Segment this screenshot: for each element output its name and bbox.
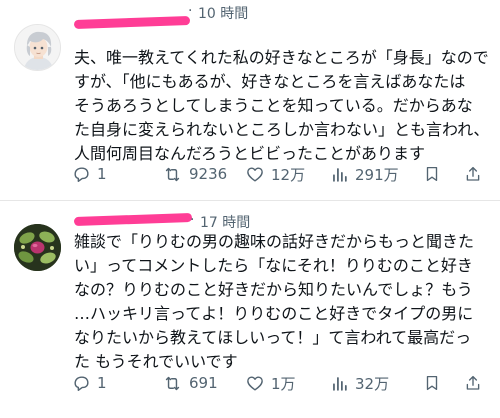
- redacted-username: [73, 15, 191, 30]
- like-count: 12万: [271, 165, 306, 184]
- view-count: 291万: [355, 165, 399, 184]
- post-timestamp[interactable]: 17 時間: [200, 212, 250, 232]
- like-button[interactable]: 1万: [245, 369, 296, 397]
- post-text: 雑談で「りりむの男の趣味の話好きだからもっと聞きた い」ってコメントしたら「なに…: [74, 232, 475, 371]
- views-button[interactable]: 32万: [330, 369, 389, 397]
- avatar[interactable]: [14, 224, 61, 271]
- views-button[interactable]: 291万: [330, 160, 399, 188]
- bookmark-button[interactable]: [423, 369, 441, 397]
- repost-button[interactable]: 9236: [162, 160, 227, 188]
- bookmark-icon: [426, 375, 438, 391]
- post[interactable]: · 17 時間 雑談で「りりむの男の趣味の話好きだからもっと聞きた い」ってコメ…: [0, 208, 500, 418]
- share-icon: [466, 166, 480, 181]
- repost-count: 9236: [189, 165, 228, 183]
- post-timestamp[interactable]: 10 時間: [198, 3, 248, 23]
- reply-icon: [74, 166, 89, 182]
- repost-count: 691: [189, 374, 218, 392]
- reply-icon: [74, 375, 89, 391]
- like-button[interactable]: 12万: [245, 160, 305, 188]
- views-bar-chart-icon: [333, 376, 347, 391]
- post[interactable]: · 10 時間 夫、唯一教えてくれた私の好きなところが「身長」なので すが、「他…: [0, 0, 500, 208]
- like-count: 1万: [271, 374, 296, 393]
- avatar[interactable]: [14, 24, 61, 71]
- share-icon: [466, 375, 480, 390]
- share-button[interactable]: [464, 160, 482, 188]
- anime-character-avatar-icon: [15, 25, 60, 70]
- separator-dot: ·: [188, 3, 193, 19]
- reply-button[interactable]: 1: [72, 160, 107, 188]
- reply-count: 1: [97, 374, 107, 392]
- repost-button[interactable]: 691: [162, 369, 218, 397]
- post-divider: [0, 200, 500, 201]
- food-photo-avatar-icon: [14, 224, 61, 271]
- view-count: 32万: [355, 374, 390, 393]
- views-bar-chart-icon: [333, 167, 347, 182]
- heart-icon: [247, 166, 263, 182]
- bookmark-icon: [426, 166, 438, 182]
- redacted-username: [73, 212, 193, 227]
- reply-count: 1: [97, 165, 107, 183]
- heart-icon: [247, 375, 263, 391]
- post-text: 夫、唯一教えてくれた私の好きなところが「身長」なので すが、「他にもあるが、好き…: [74, 48, 490, 163]
- bookmark-button[interactable]: [423, 160, 441, 188]
- separator-dot: ·: [190, 212, 195, 228]
- repost-icon: [165, 376, 180, 390]
- reply-button[interactable]: 1: [72, 369, 107, 397]
- post-actions: 1 691 1万 32万: [0, 369, 500, 397]
- repost-icon: [165, 167, 180, 181]
- post-actions: 1 9236 12万 291万: [0, 160, 500, 188]
- share-button[interactable]: [464, 369, 482, 397]
